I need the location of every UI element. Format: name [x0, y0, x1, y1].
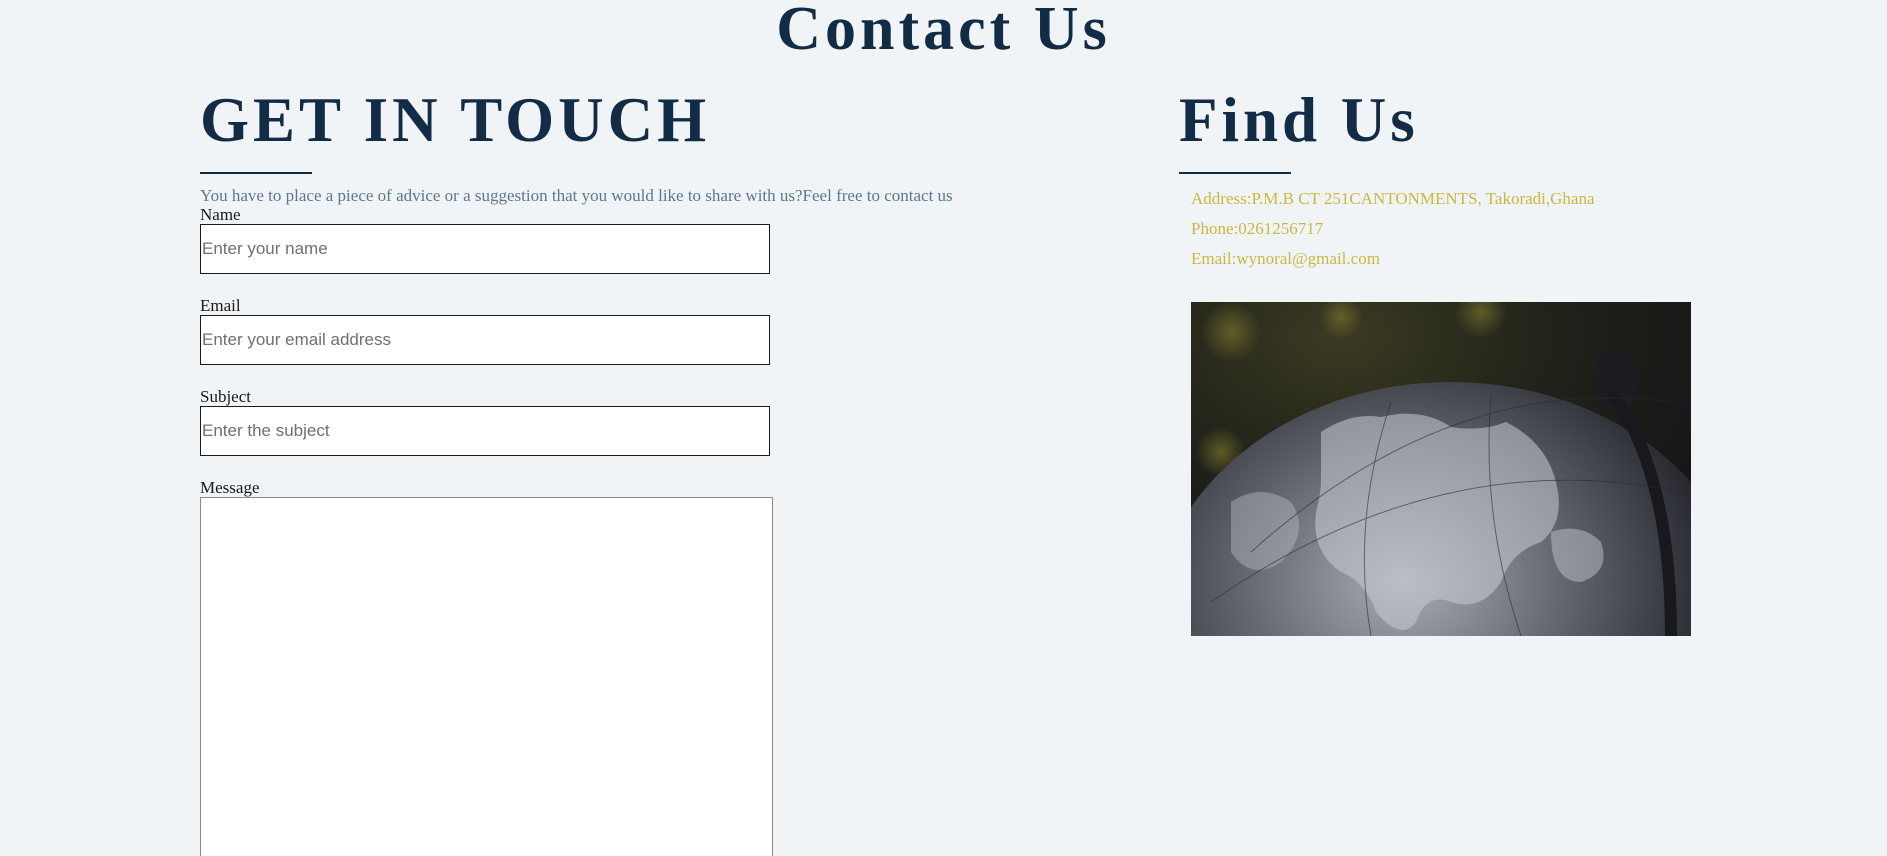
contact-details: Address:P.M.B CT 251CANTONMENTS, Takorad…	[1191, 184, 1595, 274]
email-text: Email:wynoral@gmail.com	[1191, 249, 1380, 268]
name-label: Name	[200, 205, 241, 224]
globe-image	[1191, 302, 1691, 636]
find-us-underline	[1179, 172, 1291, 174]
contact-page: Contact Us GET IN TOUCH You have to plac…	[0, 0, 1887, 856]
subject-group: Subject	[200, 387, 953, 456]
get-in-touch-heading: GET IN TOUCH	[200, 85, 711, 155]
intro-text: You have to place a piece of advice or a…	[200, 186, 953, 205]
subject-input[interactable]	[200, 406, 770, 456]
message-group: Message	[200, 478, 953, 856]
email-input[interactable]	[200, 315, 770, 365]
subject-label: Subject	[200, 387, 251, 406]
name-group: Name	[200, 205, 953, 274]
contact-form: Name Email Subject Message	[200, 205, 953, 856]
find-us-section: Find Us Address:P.M.B CT 251CANTONMENTS,…	[1179, 85, 1595, 274]
email-group: Email	[200, 296, 953, 365]
heading-underline	[200, 172, 312, 174]
message-label: Message	[200, 478, 260, 497]
message-textarea[interactable]	[200, 497, 773, 856]
page-title: Contact Us	[776, 0, 1111, 63]
address-text: Address:P.M.B CT 251CANTONMENTS, Takorad…	[1191, 189, 1595, 208]
email-label: Email	[200, 296, 241, 315]
name-input[interactable]	[200, 224, 770, 274]
get-in-touch-section: GET IN TOUCH You have to place a piece o…	[200, 85, 953, 856]
phone-text: Phone:0261256717	[1191, 219, 1324, 238]
find-us-heading: Find Us	[1179, 85, 1419, 155]
